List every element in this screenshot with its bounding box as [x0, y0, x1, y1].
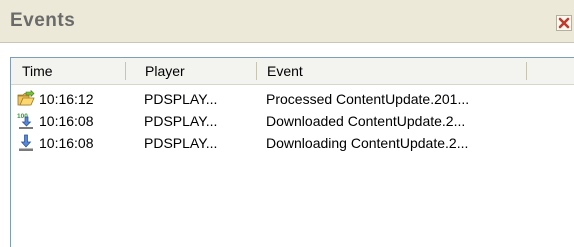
row-player: PDSPLAY... — [144, 113, 218, 129]
column-header-time[interactable]: Time — [22, 58, 53, 84]
close-button[interactable] — [556, 15, 572, 31]
row-player: PDSPLAY... — [144, 91, 218, 107]
panel-titlebar: Events — [0, 0, 574, 43]
table-row[interactable]: 100 10:16:08 PDSPLAY... Downloaded Conte… — [11, 110, 574, 132]
column-divider[interactable] — [256, 62, 257, 80]
folder-open-icon — [17, 90, 35, 106]
row-event: Downloading ContentUpdate.2... — [266, 135, 469, 151]
column-header-event[interactable]: Event — [267, 58, 303, 84]
table-header: Time Player Event — [11, 58, 574, 85]
column-header-player[interactable]: Player — [145, 58, 185, 84]
events-table: Time Player Event 10:16:12 PDSPLAY... Pr… — [10, 57, 574, 247]
row-event: Downloaded ContentUpdate.2... — [266, 113, 466, 129]
row-time: 10:16:12 — [39, 91, 94, 107]
column-divider[interactable] — [125, 62, 126, 80]
row-player: PDSPLAY... — [144, 135, 218, 151]
close-icon — [558, 17, 570, 29]
row-event: Processed ContentUpdate.201... — [266, 91, 470, 107]
row-time: 10:16:08 — [39, 135, 94, 151]
table-row[interactable]: 10:16:12 PDSPLAY... Processed ContentUpd… — [11, 88, 574, 110]
download-icon — [19, 134, 33, 151]
table-row[interactable]: 10:16:08 PDSPLAY... Downloading ContentU… — [11, 132, 574, 154]
column-divider[interactable] — [526, 62, 527, 80]
events-panel: Events Time Player Event 10:16:12 PDSPLA… — [0, 0, 574, 247]
panel-title: Events — [10, 10, 76, 31]
row-time: 10:16:08 — [39, 113, 94, 129]
download-complete-icon: 100 — [17, 113, 33, 129]
